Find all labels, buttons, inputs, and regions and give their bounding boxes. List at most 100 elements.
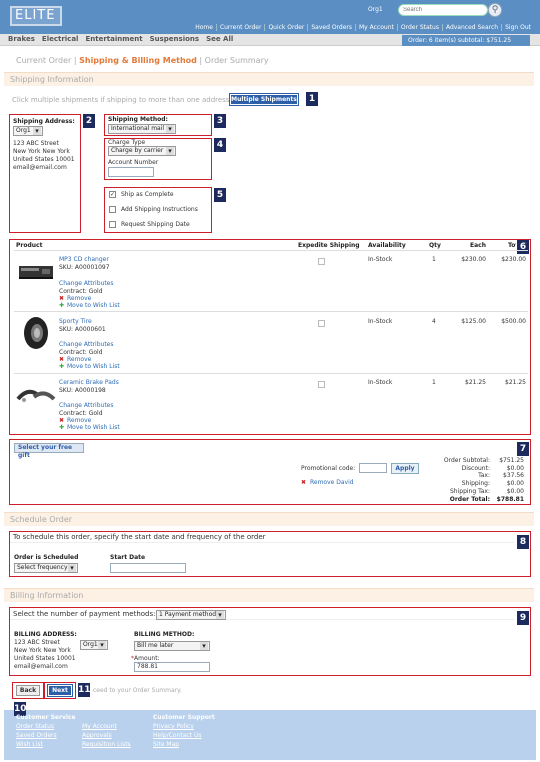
step-order-summary: Order Summary: [204, 56, 269, 65]
start-date-label: Start Date: [110, 554, 146, 561]
footer-site-map[interactable]: Site Map: [153, 741, 179, 748]
line-total: $21.25: [505, 379, 526, 386]
product-sku: SKU: A0000198: [59, 387, 106, 394]
back-button[interactable]: Back: [16, 685, 40, 696]
search-icon[interactable]: ⚲: [488, 3, 502, 17]
change-attributes-link[interactable]: Change Attributes: [59, 280, 114, 287]
shipping-section-header: Shipping Information: [4, 72, 534, 86]
cat-suspensions[interactable]: Suspensions: [150, 35, 199, 43]
shipping-instructions-label: Add Shipping Instructions: [121, 206, 198, 213]
shipping-date-checkbox[interactable]: [109, 221, 116, 228]
footer-saved-orders[interactable]: Saved Orders: [16, 732, 57, 739]
line-total: $500.00: [501, 318, 526, 325]
wishlist-icon[interactable]: ✚: [59, 363, 64, 370]
cat-electrical[interactable]: Electrical: [42, 35, 79, 43]
remove-promo-icon[interactable]: ✖: [301, 479, 306, 486]
expedite-checkbox[interactable]: [318, 258, 325, 265]
shipping-tax-label: Shipping Tax:: [449, 487, 490, 495]
product-name[interactable]: Ceramic Brake Pads: [59, 379, 119, 386]
footer-order-status[interactable]: Order Status: [16, 723, 54, 730]
billing-method-select[interactable]: Bill me later: [134, 641, 210, 651]
tire-image[interactable]: [22, 316, 50, 350]
link-home[interactable]: Home: [192, 24, 216, 31]
product-name[interactable]: MP3 CD changer: [59, 256, 109, 263]
col-total: Total: [508, 242, 516, 249]
promo-code-input[interactable]: [359, 463, 387, 473]
charge-type-select[interactable]: Charge by carrier: [108, 146, 176, 156]
link-sign-out[interactable]: Sign Out: [501, 24, 534, 31]
account-number-input[interactable]: [108, 167, 154, 177]
link-my-account[interactable]: My Account: [355, 24, 397, 31]
shipping-address-select[interactable]: Org1: [13, 126, 43, 136]
footer-privacy[interactable]: Privacy Policy: [153, 723, 194, 730]
tag-8: 8: [517, 535, 529, 549]
link-advanced-search[interactable]: Advanced Search: [441, 24, 502, 31]
payment-methods-label: Select the number of payment methods:: [10, 608, 514, 620]
ship-complete-checkbox[interactable]: ✓: [109, 191, 116, 198]
payment-methods-select[interactable]: 1 Payment method(s): [156, 610, 226, 620]
apply-button[interactable]: Apply: [391, 463, 419, 474]
proceed-hint: ceed to your Order Summary.: [93, 687, 182, 694]
link-quick-order[interactable]: Quick Order: [264, 24, 308, 31]
wishlist-icon[interactable]: ✚: [59, 424, 64, 431]
remove-link[interactable]: Remove: [67, 417, 91, 424]
tag-1: 1: [306, 92, 318, 106]
multiple-shipments-button[interactable]: Multiple Shipments: [229, 93, 299, 106]
product-name[interactable]: Sporty Tire: [59, 318, 92, 325]
order-total-value: $788.81: [496, 495, 524, 503]
amount-input[interactable]: 788.81: [134, 662, 210, 672]
remove-promo-link[interactable]: Remove David: [310, 479, 354, 486]
footer-help[interactable]: Help/Contact Us: [153, 732, 201, 739]
wishlist-icon[interactable]: ✚: [59, 302, 64, 309]
footer-my-account[interactable]: My Account: [82, 723, 117, 730]
shipping-method-select[interactable]: International mail: [108, 124, 176, 134]
change-attributes-link[interactable]: Change Attributes: [59, 341, 114, 348]
start-date-input[interactable]: [110, 563, 186, 573]
qty: 1: [432, 379, 436, 386]
billing-address-select[interactable]: Org1: [80, 640, 108, 650]
remove-icon[interactable]: ✖: [59, 356, 64, 363]
link-current-order[interactable]: Current Order: [215, 24, 265, 31]
address-line: 123 ABC Street: [13, 140, 59, 147]
next-button[interactable]: Next: [47, 684, 73, 697]
step-current-order[interactable]: Current Order: [16, 56, 71, 65]
subtotal-label: Order Subtotal:: [443, 457, 490, 464]
footer-requisition-lists[interactable]: Requisition Lists: [82, 741, 131, 748]
link-order-status[interactable]: Order Status: [396, 24, 442, 31]
footer-approvals[interactable]: Approvals: [82, 732, 112, 739]
remove-link[interactable]: Remove: [67, 356, 91, 363]
address-line: 123 ABC Street: [14, 639, 60, 646]
move-to-wishlist-link[interactable]: Move to Wish List: [67, 363, 120, 370]
multiple-shipments-hint: Click multiple shipments if shipping to …: [12, 96, 230, 104]
search-input[interactable]: [398, 4, 488, 16]
footer-col1-title: Customer Service: [16, 714, 76, 721]
address-line: United States 10001: [14, 655, 76, 662]
remove-link[interactable]: Remove: [67, 295, 91, 302]
footer-wish-list[interactable]: Wish List: [16, 741, 43, 748]
billing-section-header: Billing Information: [4, 588, 534, 602]
brake-pads-image[interactable]: [16, 385, 56, 407]
move-to-wishlist-link[interactable]: Move to Wish List: [67, 302, 120, 309]
cat-brakes[interactable]: Brakes: [8, 35, 35, 43]
contract-label: Contract: Gold: [59, 288, 103, 295]
product-sku: SKU: A0000601: [59, 326, 106, 333]
remove-icon[interactable]: ✖: [59, 417, 64, 424]
remove-icon[interactable]: ✖: [59, 295, 64, 302]
shipping-instructions-checkbox[interactable]: [109, 206, 116, 213]
move-to-wishlist-link[interactable]: Move to Wish List: [67, 424, 120, 431]
mini-cart[interactable]: Order: 6 item(s) subtotal: $751.25: [402, 35, 530, 46]
cat-see-all[interactable]: See All: [206, 35, 233, 43]
logo[interactable]: ELITE: [10, 6, 62, 26]
expedite-checkbox[interactable]: [318, 381, 325, 388]
mp3-changer-image[interactable]: [18, 262, 54, 292]
cat-entertainment[interactable]: Entertainment: [85, 35, 142, 43]
expedite-checkbox[interactable]: [318, 320, 325, 327]
contract-label: Contract: Gold: [59, 349, 103, 356]
change-attributes-link[interactable]: Change Attributes: [59, 402, 114, 409]
link-saved-orders[interactable]: Saved Orders: [307, 24, 355, 31]
top-links: Home Current Order Quick Order Saved Orders…: [192, 24, 534, 31]
charge-type-label: Charge Type: [108, 139, 146, 146]
frequency-select[interactable]: Select frequency: [14, 563, 78, 573]
free-gift-button[interactable]: Select your free gift: [14, 443, 84, 459]
schedule-intro: To schedule this order, specify the star…: [10, 532, 514, 543]
